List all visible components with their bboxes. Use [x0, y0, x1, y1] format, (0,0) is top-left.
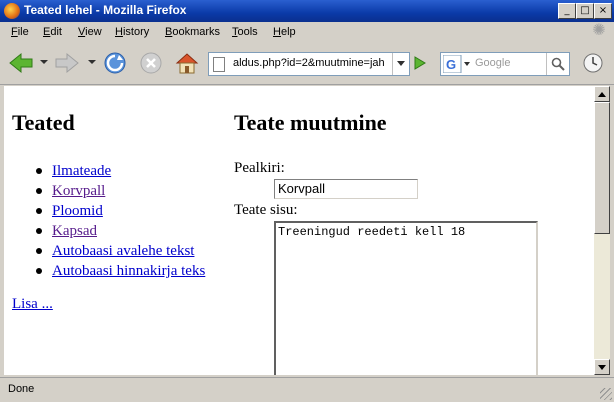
reload-icon — [104, 52, 126, 74]
url-input[interactable]: aldus.php?id=2&muutmine=jah — [233, 57, 385, 69]
forward-history-dropdown[interactable] — [88, 60, 96, 64]
speed-dial-button[interactable] — [580, 50, 606, 76]
list-item: Kapsad — [26, 222, 205, 242]
message-link[interactable]: Korvpall — [52, 183, 105, 199]
arrow-down-icon — [598, 364, 606, 370]
vertical-scrollbar[interactable] — [594, 86, 610, 375]
menu-history[interactable]: History — [115, 26, 149, 38]
forward-button[interactable] — [54, 50, 80, 76]
search-engine-selector[interactable]: G — [442, 54, 471, 74]
menu-help-accel: H — [273, 26, 281, 38]
page-title: Teate muutmine — [234, 110, 387, 135]
list-item: Ploomid — [26, 202, 205, 222]
url-history-dropdown[interactable] — [392, 53, 409, 75]
back-arrow-icon — [9, 52, 33, 74]
menu-file[interactable]: File — [11, 26, 29, 38]
page-icon — [213, 57, 225, 72]
close-button[interactable]: × — [594, 3, 612, 19]
menu-bookmarks-label: ookmarks — [172, 26, 221, 38]
search-button[interactable] — [546, 53, 569, 75]
search-box[interactable]: G Google — [440, 52, 570, 76]
heading-input[interactable]: Korvpall — [274, 179, 418, 199]
list-item: Ilmateade — [26, 162, 205, 182]
url-bar[interactable]: aldus.php?id=2&muutmine=jah — [208, 52, 410, 76]
google-icon: G — [442, 54, 470, 74]
arrow-up-icon — [598, 91, 606, 97]
menu-help-label: elp — [280, 26, 296, 38]
page-content: Teated Ilmateade Korvpall Ploomid Kapsad… — [4, 86, 594, 375]
menu-view[interactable]: View — [78, 26, 102, 38]
search-input[interactable]: Google — [475, 57, 510, 69]
minimize-button[interactable]: _ — [558, 3, 576, 19]
title-bar: Teated lehel - Mozilla Firefox _ □ × — [0, 0, 614, 22]
add-message-link[interactable]: Lisa ... — [12, 296, 53, 313]
svg-text:G: G — [446, 57, 456, 72]
scroll-up-button[interactable] — [594, 86, 610, 102]
stop-button[interactable] — [138, 50, 164, 76]
list-item: Korvpall — [26, 182, 205, 202]
menu-history-label: istory — [122, 26, 150, 38]
status-bar: Done — [0, 377, 614, 402]
scroll-thumb[interactable] — [594, 102, 610, 234]
menu-edit-label: dit — [50, 26, 62, 38]
menu-tools[interactable]: Tools — [232, 26, 258, 38]
go-button[interactable] — [410, 54, 428, 72]
activity-throbber-icon: ✺ — [592, 22, 606, 39]
back-history-dropdown[interactable] — [40, 60, 48, 64]
stop-icon — [140, 52, 162, 74]
menu-bookmarks[interactable]: Bookmarks — [165, 26, 220, 38]
menu-view-label: iew — [85, 26, 102, 38]
message-link[interactable]: Autobaasi avalehe tekst — [52, 243, 194, 259]
maximize-button[interactable]: □ — [576, 3, 594, 19]
message-link[interactable]: Autobaasi hinnakirja teks — [52, 263, 205, 279]
heading-label: Pealkiri: — [234, 160, 285, 176]
sidebar-title: Teated — [12, 110, 75, 135]
status-text: Done — [8, 383, 35, 395]
firefox-logo-icon — [4, 3, 20, 19]
clock-icon — [583, 53, 603, 73]
message-link[interactable]: Ilmateade — [52, 163, 111, 179]
navigation-toolbar: aldus.php?id=2&muutmine=jah G Google — [0, 42, 614, 85]
magnifier-icon — [551, 57, 565, 71]
forward-arrow-icon — [55, 52, 79, 74]
list-item: Autobaasi hinnakirja teks — [26, 262, 205, 282]
menu-file-accel: F — [11, 26, 18, 38]
back-button[interactable] — [8, 50, 34, 76]
menu-help[interactable]: Help — [273, 26, 296, 38]
home-icon — [175, 53, 199, 74]
resize-grip[interactable] — [600, 388, 612, 400]
chevron-down-icon — [397, 61, 405, 66]
menu-edit[interactable]: Edit — [43, 26, 62, 38]
home-button[interactable] — [174, 50, 200, 76]
menu-tools-label: ools — [237, 26, 258, 38]
go-arrow-icon — [414, 56, 426, 70]
menu-history-accel: H — [115, 26, 123, 38]
reload-button[interactable] — [102, 50, 128, 76]
content-label: Teate sisu: — [234, 202, 298, 218]
message-link[interactable]: Kapsad — [52, 223, 97, 239]
message-list: Ilmateade Korvpall Ploomid Kapsad Autoba… — [26, 162, 205, 282]
window-title: Teated lehel - Mozilla Firefox — [24, 3, 187, 17]
list-item: Autobaasi avalehe tekst — [26, 242, 205, 262]
menu-file-label: ile — [17, 26, 29, 38]
menu-bar: File Edit View History Bookmarks Tools H… — [0, 22, 614, 42]
scroll-down-button[interactable] — [594, 359, 610, 375]
content-textarea[interactable]: Treeningud reedeti kell 18 — [274, 221, 538, 375]
message-link[interactable]: Ploomid — [52, 203, 103, 219]
